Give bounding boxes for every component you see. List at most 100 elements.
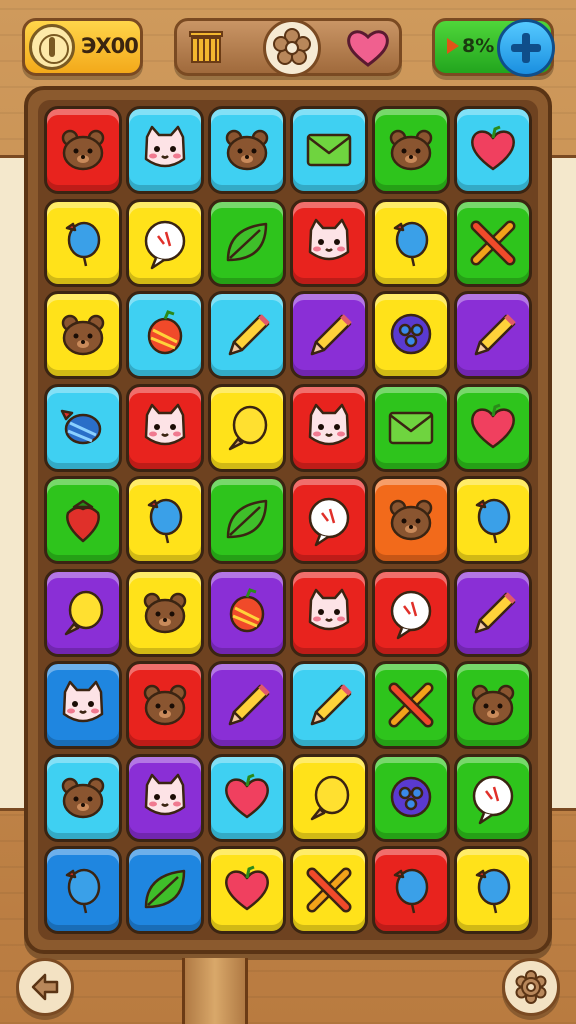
tile-yellow-balloon[interactable]: [126, 476, 204, 564]
pencil-icon: [474, 314, 516, 356]
add-lives-button[interactable]: [497, 19, 555, 77]
tile-red-cat[interactable]: [290, 568, 368, 657]
flower-icon: [273, 28, 311, 65]
flower-button[interactable]: [263, 19, 321, 77]
bear-icon: [471, 684, 515, 726]
tile-green-envelope[interactable]: [372, 383, 450, 472]
lives-value: 8%: [462, 35, 495, 57]
back-button[interactable]: [16, 958, 74, 1016]
tile-yellow-heart[interactable]: [208, 846, 286, 934]
bear-icon: [61, 314, 105, 356]
bear-icon: [143, 592, 187, 633]
tile-red-cat[interactable]: [290, 198, 368, 287]
tile-red-bear[interactable]: [44, 106, 122, 194]
pencil-icon: [310, 684, 352, 726]
tile-cyan-cat[interactable]: [126, 106, 204, 194]
tile-orange-bear[interactable]: [372, 476, 450, 564]
berry-icon: [390, 313, 432, 355]
envelope-icon: [306, 133, 352, 167]
balloon-icon: [475, 498, 511, 544]
berry-icon: [390, 776, 432, 817]
tile-blue-leaf[interactable]: [126, 846, 204, 934]
bubble-icon: [472, 775, 514, 824]
tile-green-cross[interactable]: [454, 198, 532, 287]
bear-icon: [389, 129, 433, 171]
balloon-icon: [65, 221, 101, 266]
tile-red-bear[interactable]: [126, 661, 204, 749]
treasure-box-icon[interactable]: [189, 31, 223, 63]
tile-purple-pencil[interactable]: [454, 568, 532, 657]
tile-yellow-lemon[interactable]: [290, 753, 368, 842]
tile-green-cross[interactable]: [372, 661, 450, 749]
coin-icon: [29, 24, 75, 70]
candy-icon: [60, 409, 102, 444]
cat-icon: [62, 680, 104, 723]
tile-yellow-bubble[interactable]: [126, 198, 204, 287]
cat-icon: [308, 588, 350, 630]
tile-yellow-lemon[interactable]: [208, 383, 286, 472]
bubble-icon: [308, 497, 350, 547]
play-icon: [447, 38, 459, 54]
cat-icon: [308, 218, 350, 260]
tile-cyan-heart[interactable]: [454, 106, 532, 194]
tile-red-bubble[interactable]: [290, 476, 368, 564]
tile-green-berry[interactable]: [372, 753, 450, 842]
cross-icon: [388, 682, 434, 728]
tile-cyan-heart[interactable]: [208, 753, 286, 842]
tile-yellow-bear[interactable]: [44, 291, 122, 379]
tile-yellow-balloon[interactable]: [372, 198, 450, 287]
tile-green-bear[interactable]: [454, 661, 532, 749]
tile-purple-lemon[interactable]: [44, 568, 122, 657]
coins-counter[interactable]: ЭX00: [22, 18, 143, 76]
fruit-icon: [147, 310, 183, 355]
tile-cyan-pencil[interactable]: [290, 661, 368, 749]
pencil-icon: [474, 591, 516, 633]
tile-purple-pencil[interactable]: [290, 291, 368, 379]
tile-yellow-cross[interactable]: [290, 846, 368, 934]
tile-yellow-balloon[interactable]: [454, 846, 532, 934]
balloon-icon: [475, 868, 511, 914]
balloon-icon: [65, 868, 101, 914]
tile-green-strawberry[interactable]: [44, 476, 122, 564]
tile-yellow-balloon[interactable]: [44, 198, 122, 287]
heart-icon: [225, 773, 269, 818]
balloon-icon: [147, 498, 183, 544]
settings-button[interactable]: [502, 958, 560, 1016]
tile-green-bear[interactable]: [372, 106, 450, 194]
bear-icon: [61, 777, 105, 818]
tile-yellow-balloon[interactable]: [454, 476, 532, 564]
tile-green-heart[interactable]: [454, 383, 532, 472]
bear-icon: [61, 129, 105, 171]
tile-yellow-berry[interactable]: [372, 291, 450, 379]
tile-purple-cat[interactable]: [126, 753, 204, 842]
cat-icon: [144, 125, 186, 168]
tile-red-bubble[interactable]: [372, 568, 450, 657]
tile-cyan-candy[interactable]: [44, 383, 122, 472]
tile-cyan-fruit[interactable]: [126, 291, 204, 379]
tile-green-leaf[interactable]: [208, 476, 286, 564]
tile-green-leaf[interactable]: [208, 198, 286, 287]
tile-red-cat[interactable]: [290, 383, 368, 472]
tile-cyan-envelope[interactable]: [290, 106, 368, 194]
tile-blue-balloon[interactable]: [44, 846, 122, 934]
cross-icon: [470, 220, 516, 265]
tile-red-cat[interactable]: [126, 383, 204, 472]
tile-green-bubble[interactable]: [454, 753, 532, 842]
tile-blue-cat[interactable]: [44, 661, 122, 749]
strawberry-icon: [66, 499, 100, 543]
envelope-icon: [388, 411, 434, 444]
cat-icon: [144, 773, 186, 815]
tile-cyan-bear[interactable]: [44, 753, 122, 842]
game-board: [38, 100, 538, 940]
tile-cyan-pencil[interactable]: [208, 291, 286, 379]
heart-icon[interactable]: [345, 27, 391, 69]
tile-red-balloon[interactable]: [372, 846, 450, 934]
gear-icon: [515, 970, 547, 1004]
tile-purple-pencil[interactable]: [208, 661, 286, 749]
tile-purple-pencil[interactable]: [454, 291, 532, 379]
tile-purple-fruit[interactable]: [208, 568, 286, 657]
tile-yellow-bear[interactable]: [126, 568, 204, 657]
tile-cyan-bear[interactable]: [208, 106, 286, 194]
pencil-icon: [310, 314, 352, 356]
lives-counter: 8%: [432, 18, 555, 77]
